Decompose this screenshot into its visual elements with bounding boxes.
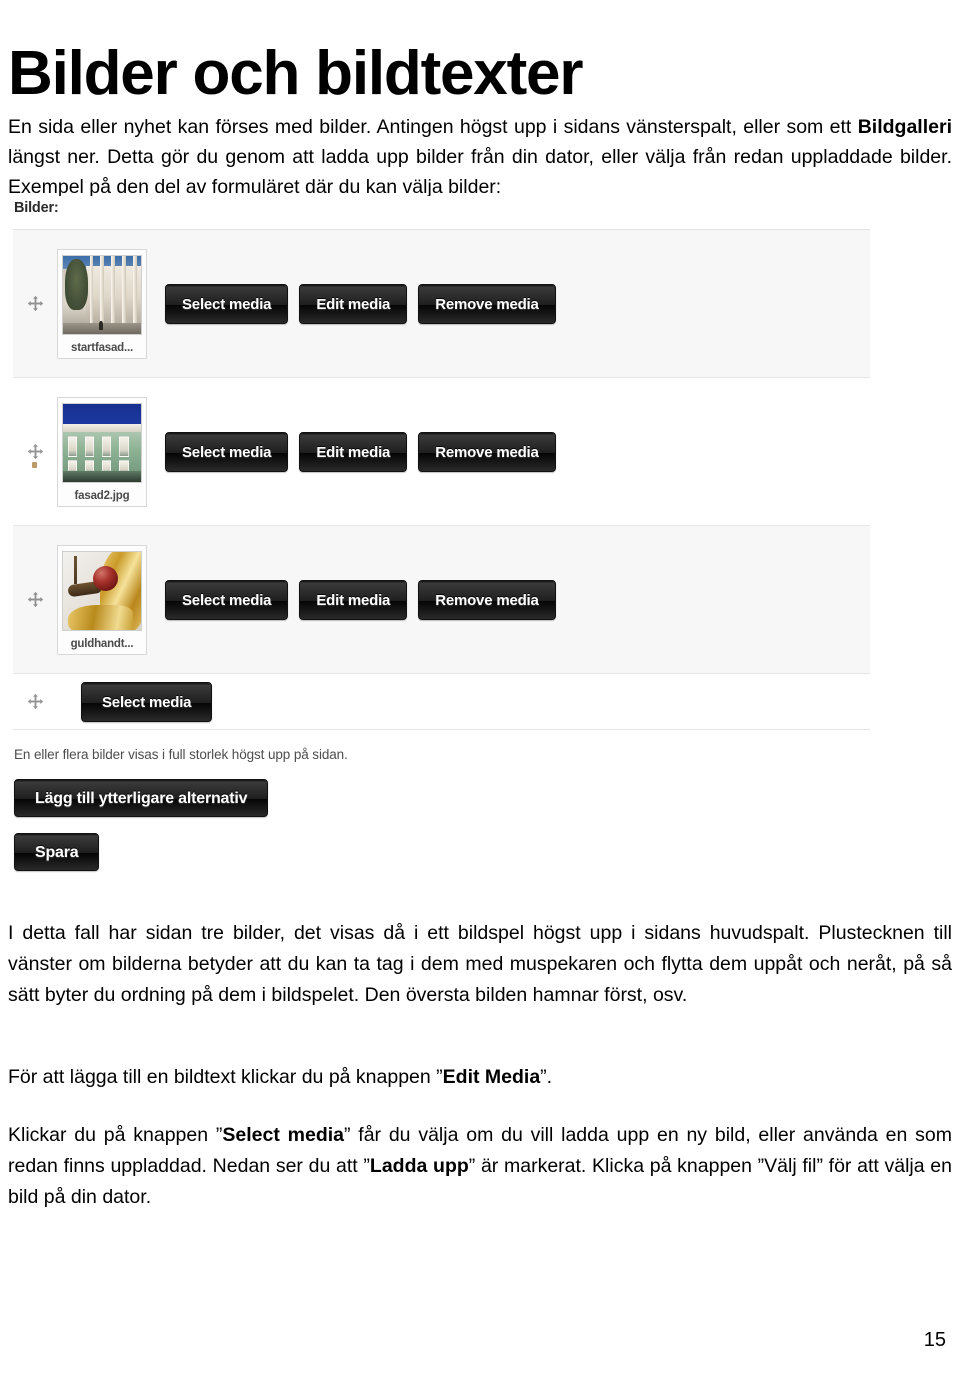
remove-media-button[interactable]: Remove media [418, 283, 556, 324]
field-help-text: En eller flera bilder visas i full storl… [14, 747, 348, 762]
row-button-group: Select media Edit media Remove media [165, 283, 556, 324]
body-paragraph-3: Klickar du på knappen ”Select media” får… [8, 1120, 952, 1213]
drag-marker-dot [32, 461, 37, 468]
p2-text-a: För att lägga till en bildtext klickar d… [8, 1065, 443, 1088]
p3-text-a: Klickar du på knappen ” [8, 1123, 223, 1146]
drag-handle[interactable] [13, 591, 57, 608]
select-media-button[interactable]: Select media [165, 431, 289, 472]
p3-bold-select-media: Select media [222, 1123, 344, 1146]
thumbnail-image [62, 550, 142, 631]
row-button-group: Select media Edit media Remove media [165, 579, 556, 620]
move-icon [27, 591, 43, 608]
drag-handle[interactable] [13, 295, 57, 312]
intro-bold-bildgalleri: Bildgalleri [857, 115, 952, 138]
thumbnail-caption: fasad2.jpg [74, 489, 130, 502]
bilder-field-label: Bilder: [14, 200, 59, 216]
add-option-button-wrap: Lägg till ytterligare alternativ [14, 779, 269, 817]
thumbnail-caption: guldhandt... [70, 637, 134, 650]
row-button-group: Select media Edit media Remove media [165, 431, 556, 472]
body-paragraph-2: För att lägga till en bildtext klickar d… [8, 1062, 952, 1093]
edit-media-button[interactable]: Edit media [299, 431, 408, 472]
p3-bold-ladda-upp: Ladda upp [369, 1154, 469, 1177]
intro-paragraph: En sida eller nyhet kan förses med bilde… [8, 112, 952, 202]
page-title: Bilder och bildtexter [8, 38, 583, 108]
edit-media-button[interactable]: Edit media [299, 283, 408, 324]
thumbnail-card[interactable]: fasad2.jpg [57, 396, 147, 507]
select-media-button[interactable]: Select media [165, 579, 289, 620]
row-button-group: Select media [81, 681, 213, 722]
remove-media-button[interactable]: Remove media [418, 431, 556, 472]
media-rows-table: startfasad... Select media Edit media Re… [13, 229, 870, 730]
form-screenshot: Bilder: startfasad... Select media Edit … [0, 196, 900, 886]
thumbnail-card[interactable]: guldhandt... [57, 544, 147, 655]
drag-handle[interactable] [13, 693, 57, 710]
table-row-empty[interactable]: Select media [13, 674, 870, 730]
table-row[interactable]: startfasad... Select media Edit media Re… [13, 230, 870, 378]
move-icon [27, 693, 43, 710]
thumbnail-image [62, 402, 142, 483]
add-more-options-button[interactable]: Lägg till ytterligare alternativ [14, 779, 269, 817]
save-button-wrap: Spara [14, 833, 100, 871]
thumbnail-image [62, 254, 142, 335]
intro-text-part1: En sida eller nyhet kan förses med bilde… [8, 115, 858, 138]
move-icon [27, 443, 43, 460]
drag-handle[interactable] [13, 443, 57, 468]
p2-bold-edit-media: Edit Media [442, 1065, 541, 1088]
select-media-button[interactable]: Select media [81, 681, 213, 722]
table-row[interactable]: guldhandt... Select media Edit media Rem… [13, 526, 870, 674]
save-button[interactable]: Spara [14, 833, 100, 871]
page-number: 15 [923, 1329, 946, 1351]
select-media-button[interactable]: Select media [165, 283, 289, 324]
move-icon [27, 295, 43, 312]
document-page: Bilder och bildtexter En sida eller nyhe… [0, 0, 960, 1377]
edit-media-button[interactable]: Edit media [299, 579, 408, 620]
table-row[interactable]: fasad2.jpg Select media Edit media Remov… [13, 378, 870, 526]
remove-media-button[interactable]: Remove media [418, 579, 556, 620]
body-paragraph-1: I detta fall har sidan tre bilder, det v… [8, 921, 952, 1006]
thumbnail-card[interactable]: startfasad... [57, 248, 147, 359]
p2-text-c: ”. [540, 1065, 553, 1088]
intro-text-part2: längst ner. Detta gör du genom att ladda… [8, 145, 952, 198]
thumbnail-caption: startfasad... [71, 341, 133, 354]
